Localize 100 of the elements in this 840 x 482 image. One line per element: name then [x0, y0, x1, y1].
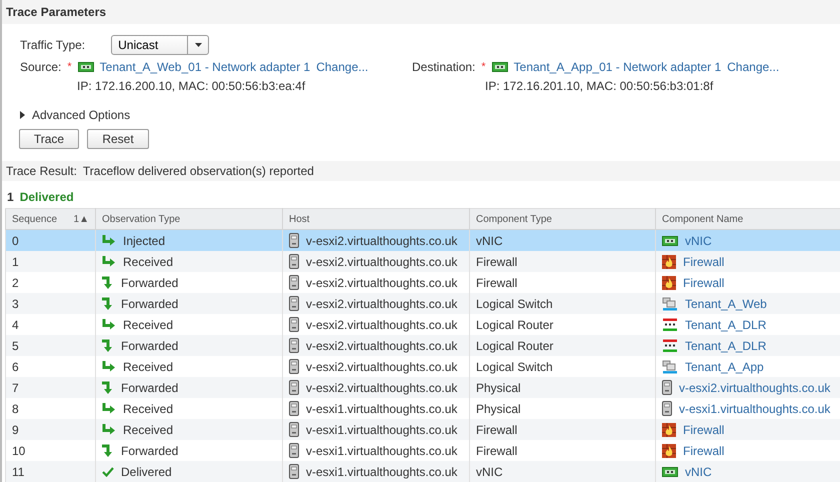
server-icon	[289, 275, 299, 290]
table-cell: Forwarded	[121, 380, 178, 394]
firewall-icon	[662, 422, 676, 436]
server-icon	[289, 317, 299, 332]
table-cell: Delivered	[121, 464, 172, 478]
table-cell: Received	[123, 402, 174, 416]
delivered-count: 1	[7, 190, 14, 206]
change-link[interactable]: Change...	[316, 60, 368, 74]
column-header[interactable]: Component Type	[470, 208, 656, 230]
advanced-options-toggle[interactable]: Advanced Options	[20, 103, 130, 127]
result-message: Traceflow delivered observation(s) reported	[82, 164, 314, 178]
table-cell: v-esxi2.virtualthoughts.co.uk	[306, 254, 458, 268]
curved-arrow-icon	[102, 256, 116, 268]
network-switch-icon	[662, 360, 678, 374]
sort-indicator: 1▲	[74, 214, 89, 224]
server-icon	[289, 464, 299, 479]
down-arrow-icon	[102, 380, 114, 394]
down-arrow-icon	[102, 338, 114, 352]
curved-arrow-icon	[102, 360, 116, 372]
table-cell: 3	[6, 293, 96, 314]
caret-icon	[194, 43, 202, 47]
table-cell: v-esxi1.virtualthoughts.co.uk	[306, 402, 458, 416]
column-header[interactable]: Host	[282, 208, 470, 230]
down-arrow-icon	[102, 444, 114, 458]
curved-arrow-icon	[102, 402, 116, 414]
down-arrow-icon	[102, 276, 114, 290]
required-mark: *	[67, 61, 72, 73]
action-button[interactable]: Trace	[19, 129, 79, 149]
address-text: IP: 172.16.200.10, MAC: 00:50:56:b3:ea:4f	[76, 78, 306, 95]
table-cell: Injected	[123, 234, 166, 248]
adapter-link[interactable]: Tenant_A_App_01 - Network adapter 1	[514, 60, 722, 74]
table-cell: v-esxi2.virtualthoughts.co.uk	[306, 318, 458, 332]
table-cell: v-esxi2.virtualthoughts.co.uk	[306, 360, 458, 374]
component-link[interactable]: Tenant_A_App	[685, 360, 764, 374]
server-icon	[662, 380, 672, 395]
firewall-icon	[662, 276, 676, 290]
server-icon	[289, 359, 299, 374]
component-link[interactable]: vNIC	[685, 234, 712, 248]
component-link[interactable]: Firewall	[683, 276, 724, 290]
down-arrow-icon	[102, 296, 114, 310]
result-label: Trace Result:	[6, 164, 77, 178]
table-cell: 9	[6, 419, 96, 440]
table-cell: Received	[123, 360, 174, 374]
curved-arrow-icon	[102, 424, 116, 436]
section-title: Trace Parameters	[6, 5, 106, 19]
server-icon	[289, 296, 299, 311]
table-cell: Received	[123, 422, 174, 436]
table-cell: v-esxi1.virtualthoughts.co.uk	[306, 464, 458, 478]
table-cell: vNIC	[470, 461, 656, 482]
table-cell: 1	[6, 251, 96, 272]
table-cell: v-esxi2.virtualthoughts.co.uk	[306, 276, 458, 290]
table-cell: Firewall	[470, 251, 656, 272]
component-link[interactable]: Firewall	[683, 254, 724, 268]
component-link[interactable]: Tenant_A_DLR	[685, 318, 766, 332]
component-link[interactable]: Firewall	[683, 422, 724, 436]
action-button[interactable]: Reset	[87, 129, 149, 149]
required-mark: *	[481, 61, 486, 73]
field-label: Source:	[20, 60, 62, 74]
table-cell: Forwarded	[121, 444, 178, 458]
table-cell: Forwarded	[121, 276, 178, 290]
server-icon	[289, 233, 299, 248]
server-icon	[289, 401, 299, 416]
curved-arrow-icon	[102, 318, 116, 330]
component-link[interactable]: v-esxi1.virtualthoughts.co.uk	[679, 402, 830, 416]
table-cell: Received	[123, 318, 174, 332]
component-link[interactable]: Firewall	[683, 444, 724, 458]
firewall-icon	[662, 444, 676, 458]
checkmark-icon	[102, 466, 114, 476]
table-cell: v-esxi2.virtualthoughts.co.uk	[306, 380, 458, 394]
table-cell: vNIC	[470, 230, 656, 251]
table-cell: v-esxi2.virtualthoughts.co.uk	[306, 234, 458, 248]
curved-arrow-icon	[102, 234, 116, 246]
network-switch-icon	[662, 296, 678, 310]
delivered-status: Delivered	[20, 190, 74, 206]
table-cell: 11	[6, 461, 96, 482]
table-cell: 7	[6, 377, 96, 398]
server-icon	[289, 422, 299, 437]
router-icon	[662, 318, 678, 332]
server-icon	[289, 254, 299, 269]
table-cell: Forwarded	[121, 338, 178, 352]
component-link[interactable]: vNIC	[685, 464, 712, 478]
table-cell: 0	[6, 230, 96, 251]
server-icon	[289, 338, 299, 353]
table-cell: v-esxi1.virtualthoughts.co.uk	[306, 444, 458, 458]
table-cell: Firewall	[470, 419, 656, 440]
column-header[interactable]: Component Name	[656, 208, 840, 230]
traffic-type-dropdown[interactable]: Unicast	[111, 35, 210, 55]
column-header[interactable]: Observation Type	[96, 208, 282, 230]
table-cell: Received	[123, 254, 174, 268]
table-cell: 5	[6, 335, 96, 356]
column-header[interactable]: Sequence 1▲	[6, 208, 96, 230]
field-label: Destination:	[412, 60, 476, 74]
change-link[interactable]: Change...	[727, 60, 780, 74]
table-cell: Forwarded	[121, 296, 178, 310]
server-icon	[289, 443, 299, 458]
adapter-link[interactable]: Tenant_A_Web_01 - Network adapter 1	[100, 60, 310, 74]
table-cell: v-esxi2.virtualthoughts.co.uk	[306, 338, 458, 352]
server-icon	[662, 401, 672, 416]
table-cell: Logical Router	[470, 335, 656, 356]
address-text: IP: 172.16.201.10, MAC: 00:50:56:b3:01:8f	[484, 78, 714, 95]
